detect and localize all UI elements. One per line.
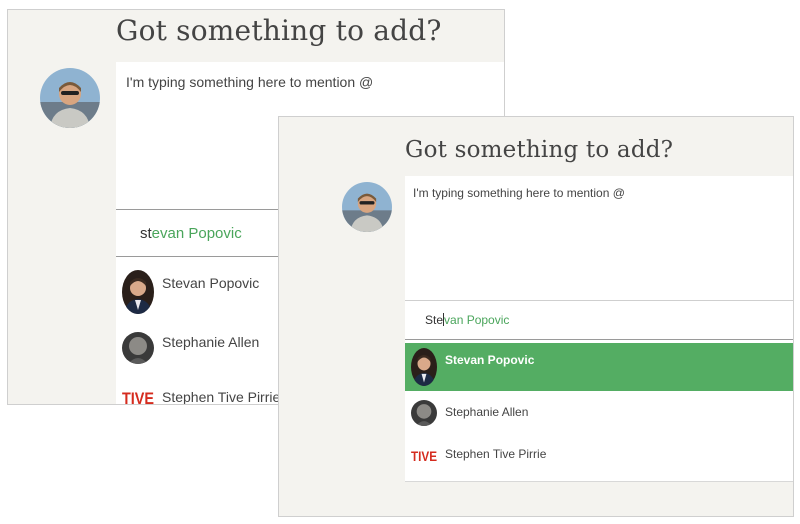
person-photo-icon <box>411 400 437 426</box>
suggestion-item-selected[interactable]: Stevan Popovic <box>405 343 793 391</box>
panel-heading: Got something to add? <box>116 14 442 47</box>
panel-heading: Got something to add? <box>405 137 674 163</box>
mention-input[interactable]: stevan Popovic <box>140 225 242 242</box>
suggestion-name: Stephanie Allen <box>162 334 260 350</box>
mention-input[interactable]: Stevan Popovic <box>425 313 509 327</box>
tive-logo: TIVE <box>122 388 154 405</box>
compose-text[interactable]: I'm typing something here to mention @ <box>126 74 373 90</box>
comment-composer[interactable]: I'm typing something here to mention @ S… <box>405 176 793 482</box>
mention-typed-text: st <box>140 225 152 242</box>
mention-suggested-text: evan Popovic <box>151 225 242 242</box>
svg-text:TIVE: TIVE <box>122 389 154 405</box>
mention-typed-text: Ste <box>425 313 444 327</box>
compose-text[interactable]: I'm typing something here to mention @ <box>413 186 625 200</box>
suggestion-name: Stephen Tive Pirrie <box>445 447 547 461</box>
mention-autocomplete-field[interactable]: Stevan Popovic <box>405 300 793 340</box>
person-photo-icon <box>122 332 154 364</box>
tive-logo: TIVE <box>411 448 437 463</box>
svg-text:TIVE: TIVE <box>411 448 437 463</box>
comment-panel-front: Got something to add? I'm typing somethi… <box>278 116 794 517</box>
user-avatar-icon <box>40 68 100 128</box>
user-avatar <box>342 182 392 232</box>
suggestion-name: Stevan Popovic <box>445 353 535 367</box>
suggestion-item[interactable]: Stephanie Allen <box>405 393 793 433</box>
suggestion-item[interactable]: TIVE Stephen Tive Pirrie <box>405 435 793 475</box>
user-avatar-icon <box>342 182 392 232</box>
suggestion-name: Stephen Tive Pirrie <box>162 389 281 405</box>
person-photo-icon <box>122 270 154 314</box>
mention-suggested-text: van Popovic <box>444 313 510 327</box>
suggestion-name: Stevan Popovic <box>162 275 260 291</box>
person-photo-icon <box>411 348 437 386</box>
user-avatar <box>40 68 100 128</box>
suggestion-name: Stephanie Allen <box>445 405 529 419</box>
